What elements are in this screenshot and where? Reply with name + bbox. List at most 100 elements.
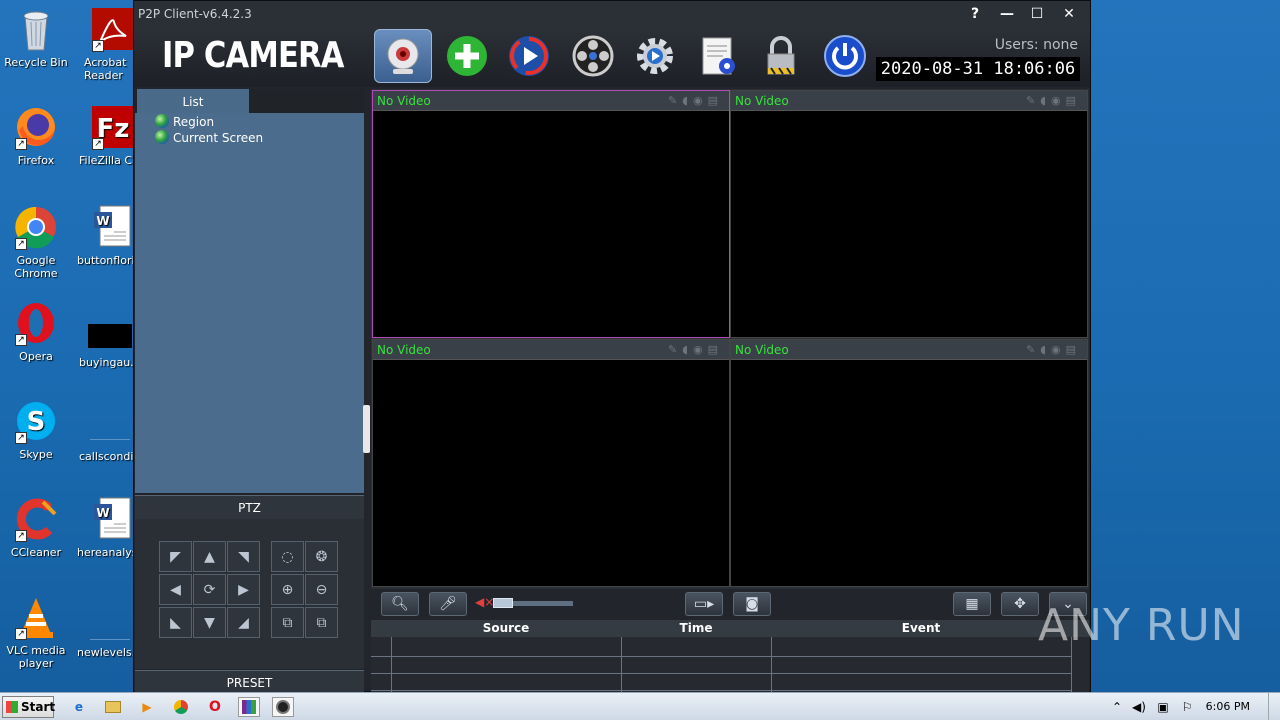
- log-button[interactable]: [690, 29, 748, 83]
- microphone-icon: 🎤︎: [439, 596, 457, 612]
- preset-header[interactable]: PRESET: [135, 670, 364, 693]
- lock-button[interactable]: [752, 29, 810, 83]
- ptz-down-button[interactable]: ▼: [193, 607, 226, 638]
- start-button[interactable]: Start: [2, 696, 56, 718]
- desktop-icon-buttonflorida[interactable]: W buttonflorida.rtf: [72, 204, 134, 267]
- ptz-auto-rotate-button[interactable]: ⟳: [193, 574, 226, 605]
- ptz-header[interactable]: PTZ: [135, 495, 364, 519]
- desktop-icon-opera[interactable]: ↗ Opera: [0, 300, 76, 363]
- fullscreen-button[interactable]: ✥: [1001, 592, 1039, 616]
- desktop-icon-buyingau[interactable]: buyingau.jpg: [72, 318, 134, 369]
- taskbar-ie[interactable]: e: [68, 697, 90, 717]
- desktop-icon-label: callscondition: [79, 450, 134, 463]
- record-video-button[interactable]: ▭▸: [685, 592, 723, 616]
- zoom-out-button[interactable]: ⊖: [305, 574, 338, 605]
- lock-icon: [767, 36, 795, 75]
- word-doc-icon: W: [90, 496, 136, 542]
- ptz-down-right-button[interactable]: ◢: [227, 607, 260, 638]
- video-cell-1[interactable]: No Video ✎◖◉▤: [372, 90, 730, 338]
- taskbar-opera[interactable]: O: [204, 697, 226, 717]
- tray-action-center[interactable]: ⚐: [1176, 697, 1198, 717]
- svg-text:W: W: [96, 214, 109, 228]
- column-header-event[interactable]: Event: [771, 621, 1071, 635]
- tray-volume[interactable]: ◀): [1128, 697, 1150, 717]
- digital-zoom-button[interactable]: 🔍︎: [381, 592, 419, 616]
- playback-button[interactable]: [500, 29, 558, 83]
- desktop-icon-vlc[interactable]: ↗ VLC media player: [0, 594, 76, 670]
- skype-icon: S ↗: [13, 398, 59, 444]
- arrow-up-left-icon: ◤: [170, 549, 181, 565]
- panel-collapse-handle[interactable]: [363, 405, 370, 453]
- taskbar-media-player[interactable]: ▶: [136, 697, 158, 717]
- ptz-left-button[interactable]: ◀: [159, 574, 192, 605]
- ptz-up-button[interactable]: ▲: [193, 541, 226, 572]
- video-cell-2[interactable]: No Video ✎◖◉▤: [730, 90, 1088, 338]
- focus-near-button[interactable]: ⧉: [271, 607, 304, 638]
- desktop-icon-recycle-bin[interactable]: Recycle Bin: [0, 6, 76, 69]
- table-row-divider: [371, 690, 1071, 691]
- show-desktop-button[interactable]: [1268, 693, 1280, 720]
- desktop-icon-label: Recycle Bin: [4, 56, 68, 69]
- focus-far-button[interactable]: ⧉: [305, 607, 338, 638]
- tray-network[interactable]: ▣: [1152, 697, 1174, 717]
- tray-expand-button[interactable]: ⌃: [1106, 697, 1128, 717]
- record-button[interactable]: [564, 29, 622, 83]
- start-label: Start: [21, 700, 56, 714]
- desktop-icon-label: Firefox: [17, 154, 55, 167]
- camera-snapshot-icon: ◙: [745, 596, 759, 612]
- zoom-in-button[interactable]: ⊕: [271, 574, 304, 605]
- desktop-icon-label: buyingau.jpg: [79, 356, 134, 369]
- document-log-icon: [702, 37, 735, 75]
- talk-button[interactable]: 🎤︎: [429, 592, 467, 616]
- iris-close-button[interactable]: ◌: [271, 541, 304, 572]
- desktop-icon-callscondition[interactable]: callscondition: [72, 400, 134, 463]
- desktop-icon-firefox[interactable]: ↗ Firefox: [0, 104, 76, 167]
- tree-item-current-screen[interactable]: Current Screen: [155, 130, 263, 145]
- speaker-muted-icon[interactable]: ◀×: [475, 595, 494, 609]
- live-view-button[interactable]: [374, 29, 432, 83]
- network-icon: ▣: [1157, 700, 1169, 714]
- tab-list[interactable]: List: [137, 89, 249, 113]
- taskbar-chrome[interactable]: [170, 697, 192, 717]
- video-cell-3[interactable]: No Video ✎◖◉▤: [372, 339, 730, 587]
- add-device-button[interactable]: [438, 29, 496, 83]
- arrow-up-right-icon: ◥: [238, 549, 249, 565]
- desktop-icon-filezilla[interactable]: Fz ↗ FileZilla Client: [72, 104, 134, 167]
- volume-control[interactable]: ◀×: [475, 595, 573, 609]
- title-bar[interactable]: P2P Client-v6.4.2.3 ? — ☐ ✕: [134, 1, 1090, 27]
- taskbar-explorer[interactable]: [102, 697, 124, 717]
- desktop-icon-acrobat[interactable]: ↗ Acrobat Reader DC: [72, 6, 134, 82]
- minimize-button[interactable]: —: [992, 3, 1022, 25]
- windows-logo-icon: [6, 701, 18, 713]
- tree-item-label: Region: [173, 115, 215, 129]
- video-cell-4[interactable]: No Video ✎◖◉▤: [730, 339, 1088, 587]
- ptz-up-right-button[interactable]: ◥: [227, 541, 260, 572]
- desktop-icon-skype[interactable]: S ↗ Skype: [0, 398, 76, 461]
- layout-grid-button[interactable]: ▦: [953, 592, 991, 616]
- exit-button[interactable]: [816, 29, 874, 83]
- internet-explorer-icon: e: [74, 700, 84, 714]
- settings-gear-icon: [637, 38, 673, 74]
- desktop-icon-newlevels[interactable]: newlevels.png: [72, 600, 134, 659]
- column-header-time[interactable]: Time: [621, 621, 771, 635]
- maximize-button[interactable]: ☐: [1022, 3, 1052, 25]
- tree-item-region[interactable]: Region: [155, 114, 214, 129]
- desktop-icon-hereanalysis[interactable]: W hereanalysis.rtf: [72, 496, 134, 559]
- iris-open-button[interactable]: ❂: [305, 541, 338, 572]
- close-button[interactable]: ✕: [1054, 3, 1084, 25]
- help-button[interactable]: ?: [960, 3, 990, 25]
- desktop-icon-chrome[interactable]: ↗ Google Chrome: [0, 204, 76, 280]
- ptz-right-button[interactable]: ▶: [227, 574, 260, 605]
- volume-slider-handle[interactable]: [493, 598, 513, 608]
- arrow-up-icon: ▲: [204, 549, 215, 565]
- column-header-source[interactable]: Source: [391, 621, 621, 635]
- taskbar-p2p-client[interactable]: [272, 697, 294, 717]
- ptz-up-left-button[interactable]: ◤: [159, 541, 192, 572]
- ptz-down-left-button[interactable]: ◣: [159, 607, 192, 638]
- taskbar-clock[interactable]: 6:06 PM: [1206, 700, 1250, 713]
- settings-button[interactable]: [626, 29, 684, 83]
- snapshot-button[interactable]: ◙: [733, 592, 771, 616]
- desktop-icon-label: buttonflorida.rtf: [77, 254, 134, 267]
- taskbar-winrar[interactable]: [238, 697, 260, 717]
- desktop-icon-ccleaner[interactable]: ↗ CCleaner: [0, 496, 76, 559]
